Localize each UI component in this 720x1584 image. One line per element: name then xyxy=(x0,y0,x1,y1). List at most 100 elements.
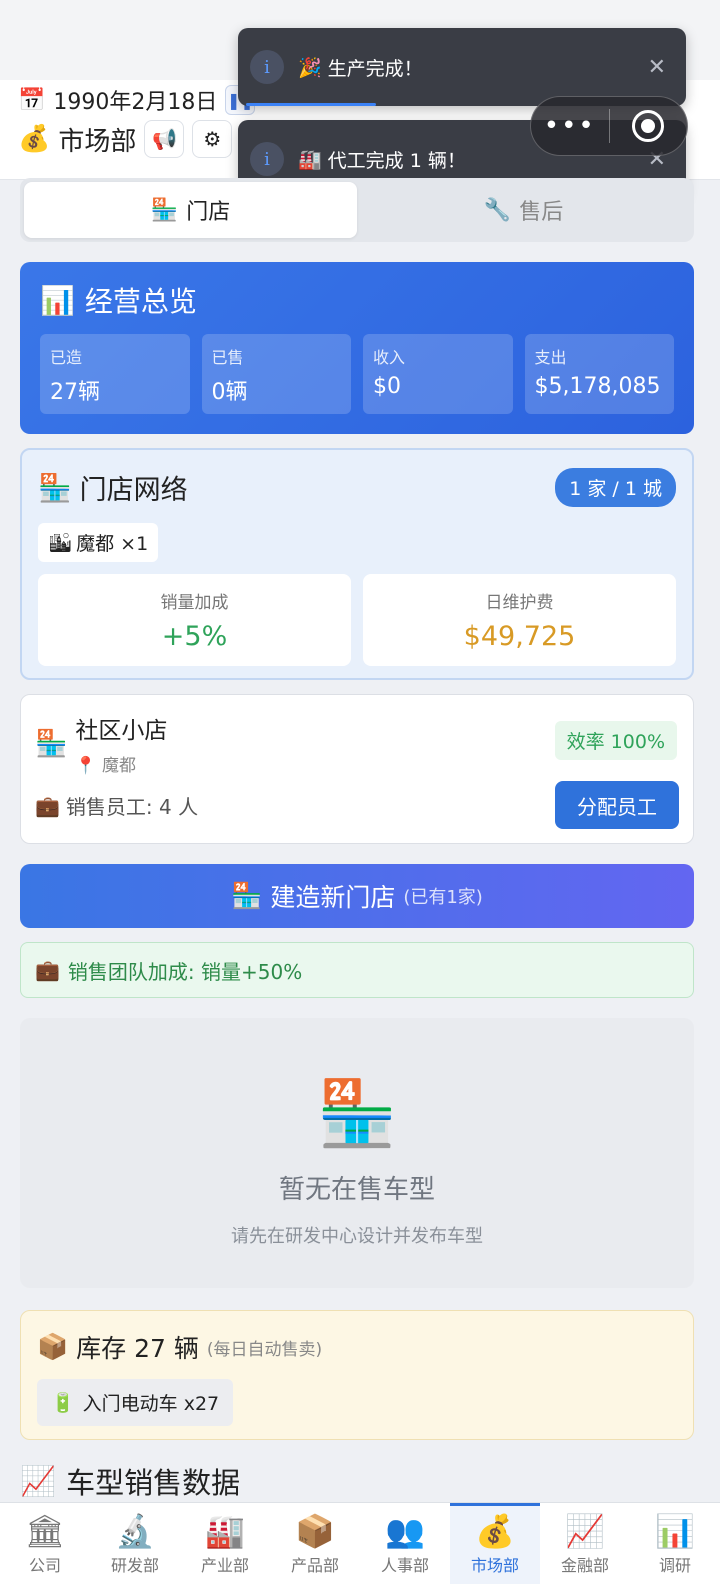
sales-bonus-value: +5% xyxy=(161,621,228,652)
nav-label: 金融部 xyxy=(560,1555,609,1575)
shop-name: 社区小店 xyxy=(75,718,168,744)
nav-finance[interactable]: 📈 金融部 xyxy=(540,1503,630,1584)
tab-label: 门店 xyxy=(186,200,231,225)
nav-label: 市场部 xyxy=(470,1555,519,1575)
briefcase-icon: 💼 xyxy=(35,793,60,818)
stat-label: 支出 xyxy=(534,348,567,367)
build-sub: (已有1家) xyxy=(403,887,483,908)
party-icon: 🎉 xyxy=(298,56,322,79)
factory-icon: 🏭 xyxy=(298,148,322,171)
stat-sold: 已售 0辆 xyxy=(201,334,351,414)
store-icon: 🏪 xyxy=(38,472,72,504)
city-chip[interactable]: 🏙 魔都 ×1 xyxy=(38,523,159,562)
store-icon: 🏪 xyxy=(150,197,179,223)
store-icon: 🏪 xyxy=(35,728,68,759)
bottom-nav: 🏛 公司 🔬 研发部 🏭 产业部 📦 产品部 👥 人事部 💰 市场部 📈 金融部… xyxy=(0,1502,720,1584)
package-icon: 📦 xyxy=(37,1332,69,1361)
staff-count: 💼 销售员工: 4 人 xyxy=(35,791,198,820)
stat-label: 收入 xyxy=(373,348,406,367)
people-icon: 👥 xyxy=(385,1511,425,1550)
bar-chart-icon: 📊 xyxy=(40,283,75,317)
megaphone-button[interactable]: 📢 xyxy=(144,120,185,158)
toast-message: 生产完成！ xyxy=(327,57,423,80)
tab-after-sales[interactable]: 🔧 售后 xyxy=(357,182,690,238)
build-label: 建造新门店 xyxy=(270,883,396,912)
nav-label: 公司 xyxy=(28,1555,61,1575)
calendar-icon: 📅 xyxy=(18,87,46,113)
inventory-item[interactable]: 🔋 入门电动车 x27 xyxy=(37,1379,234,1426)
nav-label: 产业部 xyxy=(200,1555,249,1575)
stat-built: 已造 27辆 xyxy=(40,334,190,414)
efficiency-badge: 效率 100% xyxy=(554,721,677,760)
tab-store[interactable]: 🏪 门店 xyxy=(24,182,357,238)
megaphone-icon: 📢 xyxy=(151,127,177,151)
toast-production[interactable]: i 🎉 生产完成！ ✕ xyxy=(238,28,686,106)
store-icon: 🏪 xyxy=(317,1077,397,1151)
toast-progress xyxy=(246,103,376,106)
nav-label: 产品部 xyxy=(290,1555,339,1575)
cityscape-icon: 🏙 xyxy=(48,532,73,554)
nav-label: 调研 xyxy=(658,1555,691,1575)
wrench-icon: 🔧 xyxy=(483,197,512,223)
close-icon[interactable]: ✕ xyxy=(648,55,666,80)
assign-staff-button[interactable]: 分配员工 xyxy=(555,781,679,829)
nav-label: 研发部 xyxy=(110,1555,159,1575)
pin-icon: 📍 xyxy=(75,756,97,776)
store-network-card: 🏪 门店网络 1 家 / 1 城 🏙 魔都 ×1 销量加成 +5% 日维护费 $… xyxy=(20,448,694,680)
nav-rnd[interactable]: 🔬 研发部 xyxy=(90,1503,180,1584)
trend-chart-icon: 📈 xyxy=(20,1463,57,1498)
nav-hr[interactable]: 👥 人事部 xyxy=(360,1503,450,1584)
nav-product[interactable]: 📦 产品部 xyxy=(270,1503,360,1584)
nav-label: 人事部 xyxy=(380,1555,429,1575)
stat-value: 27辆 xyxy=(50,380,100,405)
overview-card: 📊 经营总览 已造 27辆 已售 0辆 收入 $0 支出 $5,178,085 xyxy=(20,262,694,434)
team-bonus-banner: 💼 销售团队加成: 销量+50% xyxy=(20,942,694,998)
shop-location: 📍 魔都 xyxy=(75,751,167,776)
close-miniprogram-button[interactable] xyxy=(610,110,688,142)
miniprogram-capsule: ••• xyxy=(530,96,688,156)
inventory-item-label: 入门电动车 x27 xyxy=(82,1393,220,1415)
nav-research[interactable]: 📊 调研 xyxy=(630,1503,720,1584)
stat-label: 已造 xyxy=(50,348,83,367)
tab-label: 售后 xyxy=(519,200,564,225)
maintenance-label: 日维护费 xyxy=(485,593,554,613)
bank-icon: 🏛 xyxy=(24,1511,66,1550)
empty-state: 🏪 暂无在售车型 请先在研发中心设计并发布车型 xyxy=(20,1018,694,1288)
store-count-badge: 1 家 / 1 城 xyxy=(555,468,676,507)
nav-marketing[interactable]: 💰 市场部 xyxy=(450,1503,540,1584)
stat-expense: 支出 $5,178,085 xyxy=(524,334,674,414)
maintenance-value: $49,725 xyxy=(463,621,576,652)
build-store-button[interactable]: 🏪 建造新门店 (已有1家) xyxy=(20,864,694,928)
money-bag-icon: 💰 xyxy=(18,124,51,154)
inventory-title: 库存 27 辆 xyxy=(76,1334,199,1363)
battery-icon: 🔋 xyxy=(51,1392,75,1414)
nav-industry[interactable]: 🏭 产业部 xyxy=(180,1503,270,1584)
department-title: 市场部 xyxy=(58,126,137,157)
trend-chart-icon: 📈 xyxy=(565,1511,605,1550)
sales-bonus-card: 销量加成 +5% xyxy=(38,574,351,666)
sales-data-heading: 📈 车型销售数据 xyxy=(20,1460,240,1502)
date-row: 📅 1990年2月18日 ❚❚ xyxy=(18,84,256,116)
factory-icon: 🏭 xyxy=(205,1511,245,1550)
info-icon: i xyxy=(250,142,284,176)
network-title: 门店网络 xyxy=(79,475,188,506)
inventory-card: 📦 库存 27 辆 (每日自动售卖) 🔋 入门电动车 x27 xyxy=(20,1310,694,1440)
target-icon xyxy=(632,110,665,142)
money-bag-icon: 💰 xyxy=(475,1511,515,1550)
tab-bar: 🏪 门店 🔧 售后 xyxy=(20,178,694,242)
maintenance-card: 日维护费 $49,725 xyxy=(363,574,676,666)
staff-text: 销售员工: 4 人 xyxy=(65,795,199,819)
city-chip-label: 魔都 ×1 xyxy=(76,533,149,555)
game-date: 1990年2月18日 xyxy=(53,90,218,115)
settings-button[interactable]: ⚙ xyxy=(192,120,233,158)
stat-value: $5,178,085 xyxy=(534,374,661,399)
nav-company[interactable]: 🏛 公司 xyxy=(0,1503,90,1584)
empty-title: 暂无在售车型 xyxy=(278,1175,435,1205)
bar-chart-icon: 📊 xyxy=(655,1511,695,1550)
department-row: 💰 市场部 📢 ⚙ xyxy=(18,120,233,158)
more-icon[interactable]: ••• xyxy=(531,111,609,141)
empty-subtitle: 请先在研发中心设计并发布车型 xyxy=(231,1226,483,1247)
store-icon: 🏪 xyxy=(231,881,263,910)
sales-data-title: 车型销售数据 xyxy=(66,1466,241,1500)
team-bonus-text: 销售团队加成: 销量+50% xyxy=(67,959,303,984)
